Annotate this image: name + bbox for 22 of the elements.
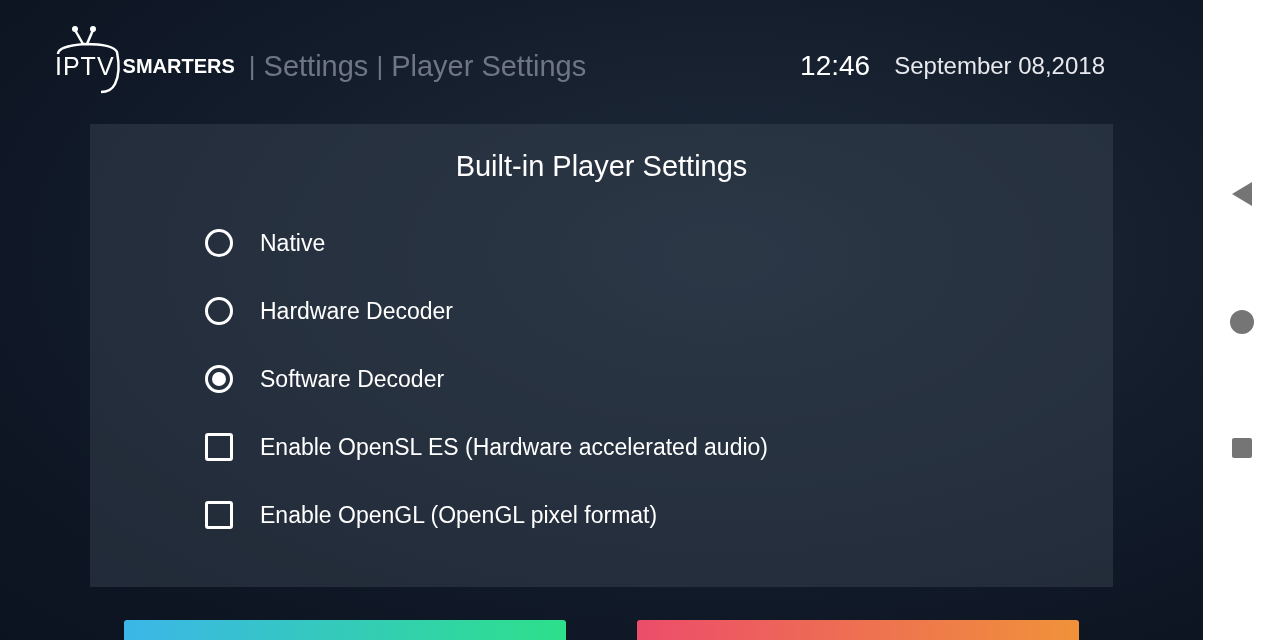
breadcrumb-separator: | (376, 50, 384, 82)
option-label[interactable]: Native (260, 229, 326, 257)
option-label[interactable]: Software Decoder (260, 365, 445, 393)
home-icon[interactable] (1229, 310, 1254, 334)
page-title: Player Settings (391, 49, 587, 83)
option-label[interactable]: Enable OpenGL (OpenGL pixel format) (260, 501, 658, 529)
radio-button[interactable] (205, 365, 233, 394)
option-label[interactable]: Hardware Decoder (260, 297, 454, 325)
option-label[interactable]: Enable OpenSL ES (Hardware accelerated audio) (260, 433, 768, 461)
panel-title: Built-in Player Settings (455, 150, 748, 184)
logo-text: SMARTERS (122, 54, 235, 78)
breadcrumb-separator: | (248, 50, 256, 82)
radio-button[interactable] (205, 297, 233, 326)
breadcrumb-link[interactable]: Settings (263, 49, 369, 83)
logo-text: IPTV (55, 51, 115, 81)
back-icon[interactable] (1231, 182, 1252, 206)
checkbox[interactable] (205, 501, 233, 530)
radio-button[interactable] (205, 229, 233, 258)
date-text: September 08,2018 (894, 52, 1105, 81)
checkbox[interactable] (205, 433, 233, 462)
clock-time: 12:46 (800, 50, 871, 83)
recents-icon[interactable] (1231, 438, 1252, 458)
